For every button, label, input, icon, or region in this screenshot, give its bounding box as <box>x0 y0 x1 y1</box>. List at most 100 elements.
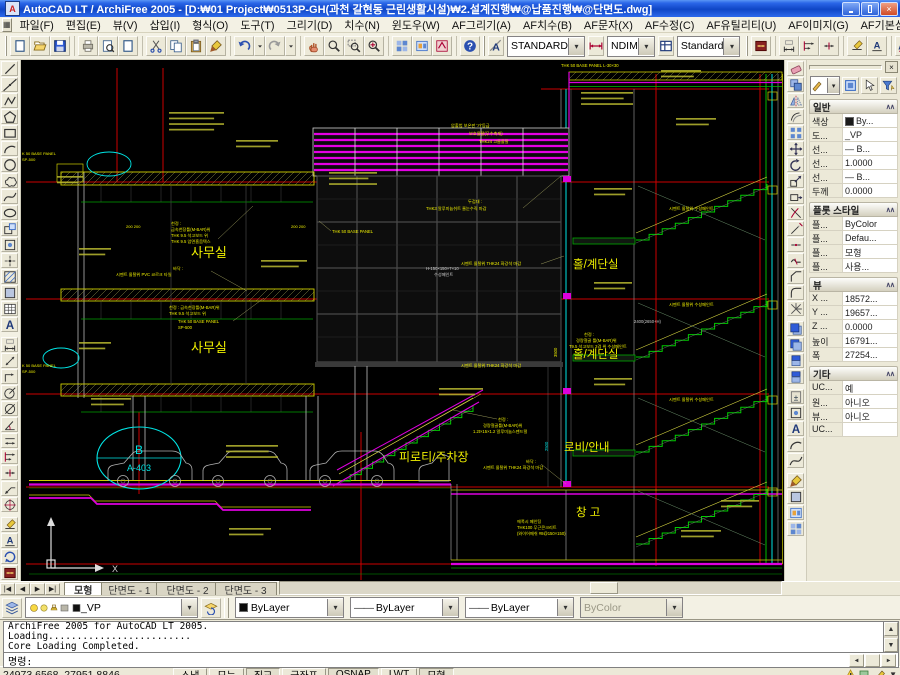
menu-item-0[interactable]: 파일(F) <box>14 17 60 33</box>
quick-calc-button[interactable]: ± <box>787 389 804 404</box>
erase-button[interactable] <box>787 61 804 76</box>
copy-object-button[interactable] <box>787 77 804 92</box>
polyline-button[interactable] <box>1 93 18 108</box>
layer-iso-button[interactable] <box>787 489 804 504</box>
property-value[interactable]: _VP <box>842 128 897 141</box>
dim-edit-button[interactable] <box>1 517 18 532</box>
lineweight-combo[interactable]: —— ByLayer▾ <box>465 597 574 618</box>
horizontal-scrollbar[interactable] <box>279 581 782 595</box>
dim-linear-button[interactable] <box>1 337 18 352</box>
status-toggle-직교[interactable]: 직교 <box>246 668 280 675</box>
tab-first-button[interactable]: |◀ <box>0 583 15 595</box>
markup-button[interactable] <box>432 36 452 56</box>
property-row[interactable]: UC... <box>809 423 898 437</box>
match-properties-button[interactable] <box>206 36 226 56</box>
clean-screen-icon[interactable] <box>859 669 872 675</box>
status-toggle-극좌표[interactable]: 극좌표 <box>282 668 326 675</box>
dim-continue-button[interactable] <box>1 465 18 480</box>
extend-button[interactable] <box>787 221 804 236</box>
property-row[interactable]: 색상By... <box>809 114 898 128</box>
scroll-down-icon[interactable]: ▼ <box>884 638 898 652</box>
block-editor-button[interactable] <box>787 405 804 420</box>
property-row[interactable]: 플...Defau... <box>809 231 898 245</box>
array-button[interactable] <box>787 125 804 140</box>
dim-style-combo[interactable]: NDIM▾ <box>607 36 655 57</box>
offset-button[interactable] <box>787 109 804 124</box>
redo-button[interactable] <box>265 36 285 56</box>
rotate-button[interactable] <box>787 157 804 172</box>
chevron-down-icon[interactable]: ▾ <box>327 599 343 616</box>
status-toggle-모눈[interactable]: 모눈 <box>209 668 243 675</box>
properties-button[interactable] <box>392 36 412 56</box>
menu-item-9[interactable]: AF그리기(A) <box>446 17 517 33</box>
publish-button[interactable] <box>118 36 138 56</box>
rectangle-button[interactable] <box>1 125 18 140</box>
property-value[interactable]: — B... <box>842 142 897 155</box>
chevron-down-icon[interactable]: ▾ <box>557 599 573 616</box>
point-button[interactable] <box>1 253 18 268</box>
ellipse-button[interactable] <box>1 205 18 220</box>
move-button[interactable] <box>787 141 804 156</box>
table-style-button[interactable] <box>658 36 674 56</box>
draworder-back-button[interactable] <box>787 337 804 352</box>
draworder-front-button[interactable] <box>787 321 804 336</box>
property-value[interactable]: ByColor <box>842 217 897 230</box>
polygon-button[interactable] <box>1 109 18 124</box>
chevron-down-icon[interactable]: ▾ <box>723 38 739 55</box>
trim-button[interactable] <box>787 205 804 220</box>
plot-preview-button[interactable] <box>98 36 118 56</box>
dim-style-panel-button[interactable] <box>751 36 771 56</box>
palette-section-3[interactable]: 기타∧∧ <box>809 366 898 381</box>
arc-button[interactable] <box>1 141 18 156</box>
property-row[interactable]: 두께0.0000 <box>809 184 898 198</box>
minimize-button[interactable] <box>842 2 860 16</box>
property-value[interactable]: 아니오 <box>842 395 897 408</box>
property-value[interactable]: 0.0000 <box>842 184 897 197</box>
palette-section-2[interactable]: 뷰∧∧ <box>809 277 898 292</box>
property-row[interactable]: 높이16791... <box>809 334 898 348</box>
tab-last-button[interactable]: ▶| <box>45 583 60 595</box>
layout-tab-1[interactable]: 단면도 - 1 <box>98 582 160 595</box>
warning-icon[interactable] <box>844 669 857 675</box>
chevron-down-icon[interactable]: ▾ <box>827 78 839 93</box>
drawing-canvas[interactable]: 사무실사무실홀/계단실홀/계단실피로티/주차장로비/안내창 고BA-403천정 … <box>21 60 784 581</box>
menu-item-1[interactable]: 편집(E) <box>60 17 107 33</box>
scroll-box[interactable] <box>865 654 880 667</box>
status-toggle-스냅[interactable]: 스냅 <box>173 668 207 675</box>
toolbar-grip[interactable] <box>224 598 229 618</box>
dim-style-manager-button[interactable] <box>588 36 604 56</box>
dim-baseline-button[interactable] <box>1 449 18 464</box>
construction-line-button[interactable] <box>1 77 18 92</box>
property-row[interactable]: X ...18572... <box>809 292 898 306</box>
chamfer-button[interactable] <box>787 269 804 284</box>
property-row[interactable]: 선...— B... <box>809 142 898 156</box>
property-row[interactable]: 뷰...아니오 <box>809 409 898 423</box>
status-toggle-OSNAP[interactable]: OSNAP <box>328 668 379 675</box>
stretch-button[interactable] <box>787 189 804 204</box>
designcenter-button[interactable] <box>412 36 432 56</box>
property-value[interactable]: 27254... <box>842 348 897 361</box>
object-snap-button[interactable] <box>787 521 804 536</box>
property-value[interactable]: By... <box>842 114 897 127</box>
command-history[interactable]: ArchiFree 2005 for AutoCAD LT 2005.Loadi… <box>4 622 883 652</box>
explode-button[interactable] <box>787 301 804 316</box>
layer-combo[interactable]: _VP ▾ <box>25 597 198 618</box>
dim-quick-button[interactable] <box>1 433 18 448</box>
status-toggle-모형[interactable]: 모형 <box>419 668 453 675</box>
chevron-down-icon[interactable]: ▾ <box>638 38 654 55</box>
scroll-left-icon[interactable]: ◀ <box>849 654 864 667</box>
cut-button[interactable] <box>146 36 166 56</box>
menu-item-12[interactable]: AF수정(C) <box>639 17 701 33</box>
property-row[interactable]: 원...아니오 <box>809 395 898 409</box>
select-objects-button[interactable] <box>861 77 878 94</box>
property-row[interactable]: 선...— B... <box>809 170 898 184</box>
chevron-down-icon[interactable]: ▾ <box>442 599 458 616</box>
property-value[interactable]: 모형 <box>842 245 897 258</box>
zoom-window-button[interactable] <box>344 36 364 56</box>
mirror-button[interactable] <box>787 93 804 108</box>
property-row[interactable]: Y ...19657... <box>809 306 898 320</box>
undo-list-button[interactable] <box>254 36 265 56</box>
property-value[interactable]: 19657... <box>842 306 897 319</box>
mtext-edit-button[interactable]: A <box>787 421 804 436</box>
layout-tab-0[interactable]: 모형 <box>64 582 102 595</box>
